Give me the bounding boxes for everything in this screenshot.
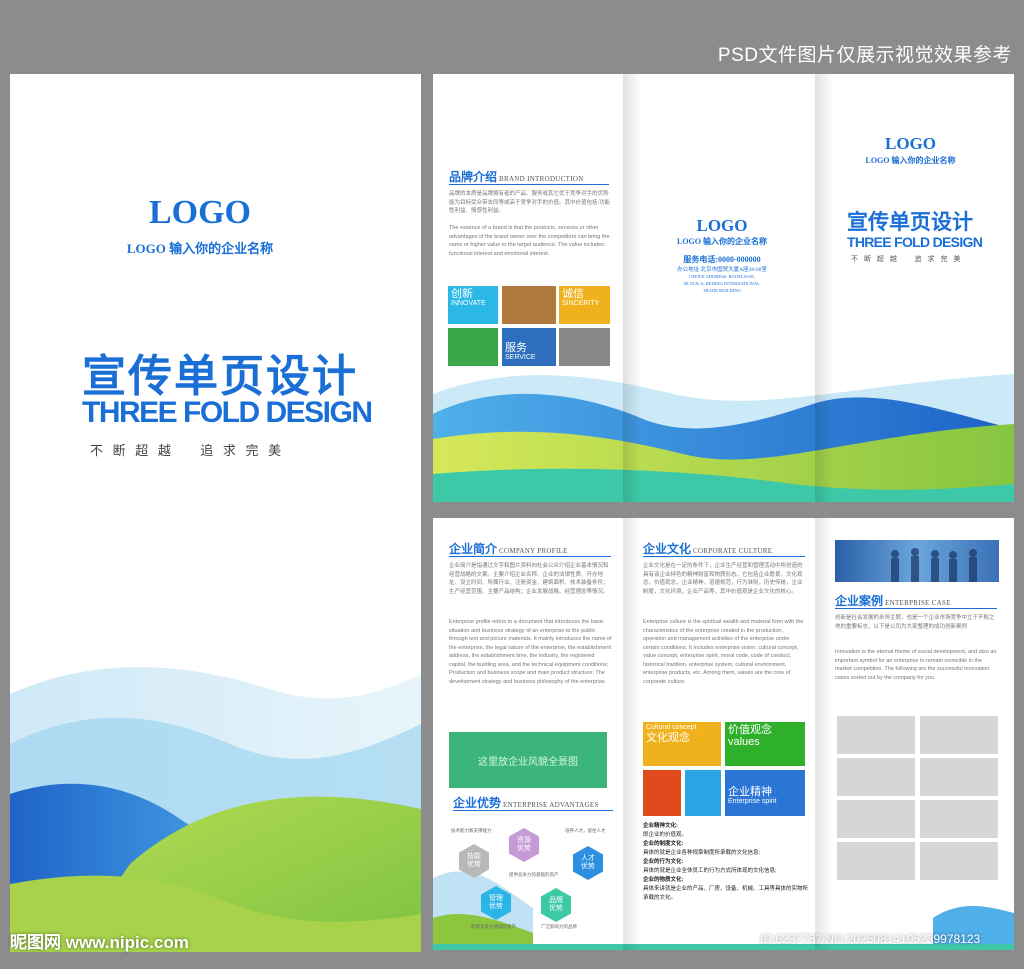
profile-text-en: Enterprise profile refers to a document … [449,619,612,685]
advantage-talent-hexagon: 人才 优势 [573,846,603,880]
contact-company: LOGO 输入你的企业名称 [676,237,767,246]
culture-tile-concept: Cultural concept 文化观念 [643,722,721,766]
divider [449,556,611,557]
brand-tile-innovate: 创新 INNOVATE [448,286,498,324]
fold-shadow-4 [815,518,833,950]
contact-address-en: TRADE BUILDING [703,288,741,293]
case-image-placeholder [837,758,915,796]
contact-address-en: BLOCK A, BEIJING INTERNATIONAL [684,281,760,286]
cases-section-title: 企业案例 ENTERPRISE CASE [835,594,951,608]
case-image-placeholder [920,758,998,796]
contact-logo: LOGO [696,216,748,235]
contact-address-en: OFFICE ADDRESS: ROOM 28-08, [689,274,755,279]
brand-text-cn: 品牌的本质是品牌拥有者的产品、服务或其它优于竞争对手的优势能为目标受众带去同等或… [449,191,611,214]
advantages-diagram: 技术能力和支撑能力 培养人才，留住人才 提供竞争力的基础的资产 获得竞争力基础的… [451,828,606,929]
brand-tile-blank [559,328,610,366]
divider [453,810,613,811]
cases-banner-photo [835,540,999,582]
front-title-cn: 宣传单页设计 [847,211,973,234]
culture-tile-blank [643,770,681,816]
fold-shadow-2 [815,74,833,502]
case-image-placeholder [837,842,915,880]
site-watermark: 昵图网 www.nipic.com [10,933,189,952]
case-image-placeholder [837,716,915,754]
advantages-section-title: 企业优势 ENTERPRISE ADVANTAGES [453,796,599,810]
cases-text-cn: 创新是社会发展的永恒主题，也是一个企业市场竞争中立于不败之地的重要标志，以下是公… [835,615,995,630]
divider [835,608,997,609]
contact-phone: 服务电话:0000-000000 [683,255,761,264]
profile-image-placeholder: 这里放企业风貌全景图 [449,732,607,788]
culture-text-cn: 企业文化是在一定的条件下，企业生产经营和管理活动中所创造的具有该企业特色的精神财… [643,563,803,595]
cover-company-name: LOGO 输入你的企业名称 [126,241,274,256]
trifold-inside: 企业简介 COMPANY PROFILE 企业简介是指通过文字和图片资料向社会公众… [433,518,1014,950]
front-title-en: THREE FOLD DESIGN [847,234,983,250]
brand-tile-service: 服务 SERVICE [502,328,556,366]
culture-list: 企业精神文化: 即企业的价值观。 企业的制度文化: 具体的就是企业各种规章制度所承载… [643,823,809,901]
culture-text-en: Enterprise culture is the spiritual weal… [643,619,804,685]
advantage-brand-hexagon: 品牌 优势 [541,888,571,922]
image-id-tag: ID:6237737 NO:20250814105239978123 [760,932,981,946]
culture-tiles: Cultural concept 文化观念 价值观念 values 企业精神 Ente… [643,722,805,816]
fold-shadow-3 [623,518,641,950]
case-image-placeholder [920,716,998,754]
divider [449,184,609,185]
brand-section-title: 品牌介绍 BRAND INTRODUCTION [449,170,584,184]
brand-tiles: 创新 INNOVATE 诚信 SINCERITY 服务 SERVICE [448,286,610,366]
advantage-management-hexagon: 管理 优势 [481,886,511,920]
contact-address: 办公地址:北京市国贸大厦A座28-08室 [677,267,767,273]
culture-tile-blank [685,770,721,816]
divider [643,556,805,557]
brand-tile-blank [448,328,498,366]
advantage-skill-hexagon: 技能 优势 [459,844,489,878]
cases-text-en: Innovation is the eternal theme of socia… [835,649,997,681]
cover-logo: LOGO [148,194,252,231]
cover-title-en: THREE FOLD DESIGN [82,396,373,429]
cover-title-cn: 宣传单页设计 [82,352,358,401]
profile-text-cn: 企业简介是指通过文字和图片资料向社会公众介绍企业基本情况和经营战略的文案。主要介… [449,563,609,595]
front-company: LOGO 输入你的企业名称 [865,156,956,165]
culture-tile-spirit: 企业精神 Enterprise spirit [725,770,805,816]
cover-panel: LOGO LOGO 输入你的企业名称 宣传单页设计 THREE FOLD DES… [10,74,421,952]
front-logo: LOGO [884,134,936,153]
brand-tile-sincerity: 诚信 SINCERITY [559,286,610,324]
cover-waves [10,667,421,952]
case-image-placeholder [837,800,915,838]
preview-note: PSD文件图片仅展示视觉效果参考 [717,45,1012,66]
brand-tile-blank [502,286,556,324]
people-silhouette-icon [891,548,977,582]
front-slogan: 不 断 超 越 追 求 完 美 [851,256,963,263]
trifold-outside: 品牌介绍 BRAND INTRODUCTION 品牌的本质是品牌拥有者的产品、服务… [433,74,1014,502]
brand-text-en: The essence of a brand is that the produ… [449,225,610,257]
case-image-placeholder [920,842,998,880]
outside-waves [433,374,1014,502]
advantage-resource-hexagon: 资源 优势 [509,828,539,862]
cover-slogan: 不 断 超 越 追 求 完 美 [90,443,285,458]
case-image-placeholder [920,800,998,838]
culture-section-title: 企业文化 CORPORATE CULTURE [643,542,773,556]
culture-tile-values: 价值观念 values [725,722,805,766]
profile-section-title: 企业简介 COMPANY PROFILE [449,542,568,556]
